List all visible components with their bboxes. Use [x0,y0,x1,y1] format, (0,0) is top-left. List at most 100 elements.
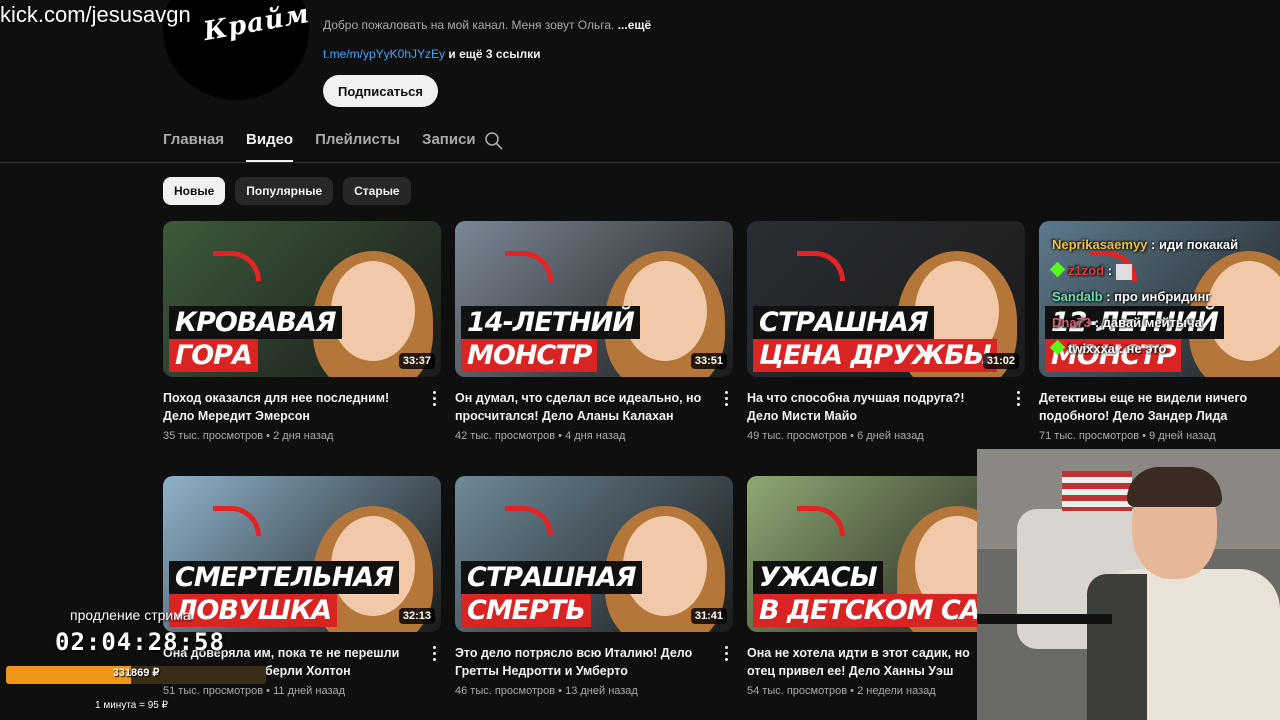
chat-message: Sandalb : про инбридинг [1048,286,1280,312]
video-title[interactable]: Детективы еще не видели ничего подобного… [1039,389,1280,425]
video-thumbnail[interactable]: КРОВАВАЯ ГОРА 33:37 [163,221,441,377]
video-thumbnail[interactable]: СТРАШНАЯ ЦЕНА ДРУЖБЫ 31:02 [747,221,1025,377]
video-meta: 42 тыс. просмотров • 4 дня назад [455,430,733,442]
video-card[interactable]: КРОВАВАЯ ГОРА 33:37 Поход оказался для н… [163,221,441,442]
more-options-icon[interactable] [433,646,437,662]
more-options-icon[interactable] [725,646,729,662]
video-thumbnail[interactable]: 14-ЛЕТНИЙ МОНСТР 33:51 [455,221,733,377]
chip-oldest[interactable]: Старые [343,177,411,205]
video-views: 54 тыс. просмотров [747,685,848,697]
video-duration: 33:51 [690,353,727,369]
video-meta: 49 тыс. просмотров • 6 дней назад [747,430,1025,442]
video-title[interactable]: На что способна лучшая подруга?! Дело Ми… [747,389,1025,425]
chat-overlay: Neprikasaemyy : иди покакай z1zod : Sandal… [1048,234,1280,364]
video-age: 9 дней назад [1149,430,1216,442]
description-text: Добро пожаловать на мой канал. Меня зову… [323,18,615,32]
sort-chips: Новые Популярные Старые [163,177,411,205]
kick-url-watermark: kick.com/jesusavgn [0,2,191,27]
thumbnail-caption-top: 14-ЛЕТНИЙ [461,306,640,339]
thumbnail-arrow [505,506,553,536]
more-links[interactable]: и ещё 3 ссылки [448,47,540,61]
thumbnail-face [331,261,415,361]
cam-streamer-jacket [1087,574,1147,720]
video-views: 49 тыс. просмотров [747,430,848,442]
donation-progress-bar: 331869 ₽ [6,666,266,684]
subscribe-button[interactable]: Подписаться [323,75,439,107]
kick-badge-icon [1049,261,1066,278]
chat-message: Dna73 : давай мейтыча [1048,312,1280,338]
video-duration: 32:13 [398,608,435,624]
video-views: 42 тыс. просмотров [455,430,556,442]
video-card[interactable]: СМЕРТЕЛЬНАЯ ЛОВУШКА 32:13 Она доверяла и… [163,476,441,697]
video-age: 11 дней назад [273,685,346,697]
video-title[interactable]: Он думал, что сделал все идеально, но пр… [455,389,733,425]
more-options-icon[interactable] [433,391,437,407]
chat-text: : про инбридинг [1102,289,1211,304]
video-card[interactable]: СТРАШНАЯ СМЕРТЬ 31:41 Это дело потрясло … [455,476,733,697]
search-icon[interactable] [484,131,504,151]
chat-username: Dna73 [1052,315,1092,330]
cam-flag [1062,471,1132,511]
channel-links: t.me/m/ypYyK0hJYzEy и ещё 3 ссылки [323,47,541,61]
webcam-feed [977,449,1280,720]
video-age: 4 дня назад [565,430,626,442]
video-age: 13 дней назад [565,685,638,697]
channel-description[interactable]: Добро пожаловать на мой канал. Меня зову… [323,18,651,32]
video-meta: 51 тыс. просмотров • 11 дней назад [163,685,441,697]
chat-username: twixxxa [1068,341,1115,356]
subathon-timer: 02:04:28:58 [55,628,225,656]
chip-newest[interactable]: Новые [163,177,226,205]
chip-popular[interactable]: Популярные [235,177,334,205]
tab-videos[interactable]: Видео [246,131,294,162]
video-views: 71 тыс. просмотров [1039,430,1140,442]
video-views: 35 тыс. просмотров [163,430,264,442]
thumbnail-caption-top: УЖАСЫ [753,561,883,594]
more-options-icon[interactable] [725,391,729,407]
video-thumbnail[interactable]: СМЕРТЕЛЬНАЯ ЛОВУШКА 32:13 [163,476,441,632]
video-card[interactable]: СТРАШНАЯ ЦЕНА ДРУЖБЫ 31:02 На что способ… [747,221,1025,442]
thumbnail-caption-top: СМЕРТЕЛЬНАЯ [169,561,400,594]
thumbnail-arrow [213,506,261,536]
tab-posts[interactable]: Записи [422,131,476,162]
tab-home[interactable]: Главная [163,131,224,162]
more-options-icon[interactable] [1017,391,1021,407]
video-card[interactable]: 14-ЛЕТНИЙ МОНСТР 33:51 Он думал, что сде… [455,221,733,442]
telegram-link[interactable]: t.me/m/ypYyK0hJYzEy [323,47,445,61]
video-meta: 35 тыс. просмотров • 2 дня назад [163,430,441,442]
donation-total: 331869 ₽ [112,667,160,679]
video-age: 6 дней назад [857,430,924,442]
video-thumbnail[interactable]: СТРАШНАЯ СМЕРТЬ 31:41 [455,476,733,632]
thumbnail-arrow [797,506,845,536]
thumbnail-caption-top: СТРАШНАЯ [753,306,934,339]
video-age: 2 дня назад [273,430,334,442]
tab-playlists[interactable]: Плейлисты [315,131,400,162]
video-meta: 71 тыс. просмотров • 9 дней назад [1039,430,1280,442]
thumbnail-arrow [213,251,261,281]
video-title[interactable]: Поход оказался для нее последним! Дело М… [163,389,441,425]
cam-microphone [977,614,1112,624]
thumbnail-caption-bottom: ГОРА [169,339,258,372]
video-title[interactable]: Это дело потрясло всю Италию! Дело Гретт… [455,644,733,680]
video-age: 2 недели назад [857,685,936,697]
thumbnail-caption-bottom: ЦЕНА ДРУЖБЫ [753,339,997,372]
video-views: 46 тыс. просмотров [455,685,556,697]
description-more-link[interactable]: ...ещё [618,18,651,32]
timer-label: продление стрима [70,607,191,623]
chat-text: : не это [1114,341,1167,356]
thumbnail-caption-top: КРОВАВАЯ [169,306,342,339]
thumbnail-caption-bottom: СМЕРТЬ [461,594,591,627]
chat-username: z1zod [1068,263,1105,278]
chat-text: : давай мейтыча [1091,315,1202,330]
kick-badge-icon [1049,339,1066,356]
video-views: 51 тыс. просмотров [163,685,264,697]
video-duration: 31:02 [982,353,1019,369]
cam-streamer-hair [1127,467,1222,507]
thumbnail-caption-bottom: МОНСТР [461,339,598,372]
chat-message: z1zod : [1048,260,1280,286]
chat-message: twixxxa : не это [1048,338,1280,364]
video-meta: 46 тыс. просмотров • 13 дней назад [455,685,733,697]
video-duration: 31:41 [690,608,727,624]
channel-tabs: Главная Видео Плейлисты Записи [163,131,498,162]
chat-username: Sandalb [1052,289,1103,304]
chat-message: Neprikasaemyy : иди покакай [1048,234,1280,260]
